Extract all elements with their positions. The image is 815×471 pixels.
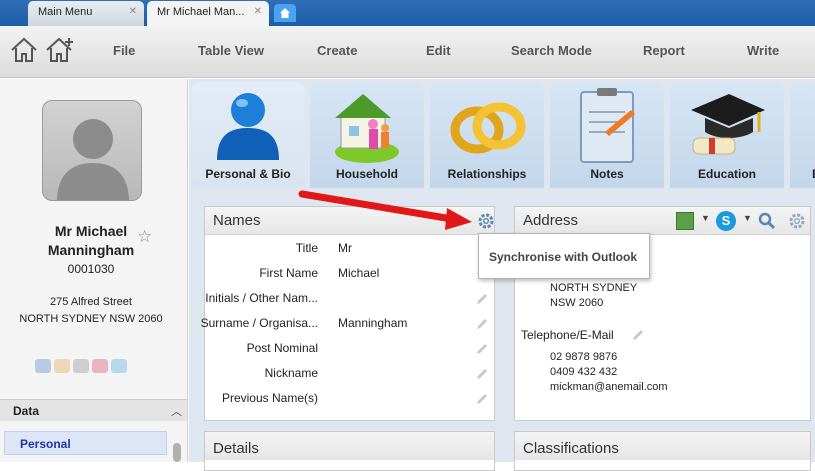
sidebar-item-label: Personal	[20, 437, 71, 451]
tab-more[interactable]: E	[790, 82, 815, 188]
address-panel-title: Address	[523, 212, 579, 229]
field-value-title[interactable]: Mr	[338, 241, 352, 255]
add-home-icon[interactable]	[45, 37, 75, 63]
contact-name-line1: Mr Michael	[54, 223, 128, 239]
tab-household[interactable]: Household	[310, 82, 424, 188]
email-address[interactable]: mickman@anemail.com	[550, 381, 668, 393]
details-panel: Details	[204, 431, 495, 471]
favourite-star-icon[interactable]: ☆	[137, 227, 152, 247]
pencil-icon[interactable]	[475, 367, 489, 381]
field-label-first-name: First Name	[259, 266, 318, 280]
names-panel-title: Names	[213, 212, 261, 229]
social-link-icon[interactable]	[111, 359, 127, 373]
pencil-icon[interactable]	[475, 342, 489, 356]
menu-report[interactable]: Report	[643, 43, 685, 58]
menu-table-view[interactable]: Table View	[198, 43, 264, 58]
data-section-header[interactable]: Data ︿	[0, 399, 187, 421]
tab-contact[interactable]: Mr Michael Man... ✕	[147, 1, 269, 26]
address-line2: NSW 2060	[550, 297, 604, 309]
avatar[interactable]	[42, 100, 142, 201]
field-label-initials: Initials / Other Nam...	[205, 291, 318, 305]
contact-address-line1: 275 Alfred Street	[50, 296, 132, 308]
toolbar: File Table View Create Edit Search Mode …	[0, 26, 815, 78]
contact-id: 0001030	[67, 262, 115, 276]
tab-label: Personal & Bio	[205, 167, 291, 181]
tab-main-menu[interactable]: Main Menu ✕	[28, 1, 144, 26]
menu-write[interactable]: Write	[747, 43, 779, 58]
names-panel-header: Names	[205, 207, 494, 235]
menu-create[interactable]: Create	[317, 43, 357, 58]
social-link-icon[interactable]	[92, 359, 108, 373]
tab-label: Relationships	[447, 167, 527, 181]
rings-icon	[450, 102, 526, 154]
social-link-icon[interactable]	[54, 359, 70, 373]
field-label-title: Title	[295, 241, 318, 255]
classifications-panel-title: Classifications	[523, 440, 619, 457]
menu-file[interactable]: File	[113, 43, 135, 58]
gear-icon[interactable]	[477, 212, 495, 230]
contact-address-line2: NORTH SYDNEY NSW 2060	[19, 313, 163, 325]
tab-label: Household	[336, 167, 398, 181]
social-links	[35, 359, 150, 373]
field-label-nickname: Nickname	[264, 366, 318, 380]
close-icon[interactable]: ✕	[254, 6, 262, 17]
window-tab-bar: Main Menu ✕ Mr Michael Man... ✕	[0, 0, 815, 26]
sidebar-item-personal[interactable]: Personal	[4, 431, 167, 455]
menu-edit[interactable]: Edit	[426, 43, 451, 58]
tab-relationships[interactable]: Relationships	[430, 82, 544, 188]
tab-personal-bio[interactable]: Personal & Bio	[191, 82, 305, 188]
household-icon	[335, 94, 399, 163]
address-panel-header: Address ▼ S ▼	[515, 207, 810, 235]
field-label-surname: Surname / Organisa...	[200, 316, 318, 330]
close-icon[interactable]: ✕	[129, 6, 137, 17]
menu-search-mode[interactable]: Search Mode	[511, 43, 592, 58]
field-value-first-name[interactable]: Michael	[338, 266, 379, 280]
field-label-post-nominal: Post Nominal	[246, 341, 318, 355]
details-panel-title: Details	[213, 440, 259, 457]
home-icon[interactable]	[10, 37, 38, 63]
dropdown-arrow-icon[interactable]: ▼	[701, 213, 710, 223]
dropdown-arrow-icon[interactable]: ▼	[743, 213, 752, 223]
chevron-up-icon[interactable]: ︿	[171, 403, 182, 419]
tab-notes[interactable]: Notes	[550, 82, 664, 188]
phone-heading: Telephone/E-Mail	[521, 328, 614, 342]
tab-label: Notes	[590, 167, 624, 181]
clipboard-icon	[580, 88, 635, 163]
phone-number-1[interactable]: 02 9878 9876	[550, 351, 617, 363]
pencil-icon[interactable]	[631, 328, 645, 342]
tab-label: Education	[697, 167, 756, 181]
contact-name-line2: Manningham	[47, 242, 135, 258]
gear-icon[interactable]	[788, 212, 806, 230]
search-icon[interactable]	[758, 212, 776, 230]
tab-education[interactable]: Education	[670, 82, 784, 188]
person-icon	[217, 93, 279, 160]
tooltip-text: Synchronise with Outlook	[489, 250, 638, 264]
scrollbar-thumb[interactable]	[173, 443, 181, 462]
home-icon	[280, 8, 290, 18]
pencil-icon[interactable]	[475, 317, 489, 331]
data-section-label: Data	[13, 404, 40, 418]
field-label-previous-names: Previous Name(s)	[221, 391, 318, 405]
social-link-icon[interactable]	[35, 359, 51, 373]
details-panel-header: Details	[205, 432, 494, 460]
phone-number-2[interactable]: 0409 432 432	[550, 366, 617, 378]
tab-contact-label: Mr Michael Man...	[157, 6, 245, 18]
contact-sidebar: Mr Michael Manningham ☆ 0001030 275 Alfr…	[0, 79, 188, 462]
skype-icon[interactable]: S	[716, 211, 736, 231]
pencil-icon[interactable]	[475, 392, 489, 406]
tab-main-menu-label: Main Menu	[38, 6, 93, 18]
graduation-cap-icon	[691, 94, 765, 155]
contact-name: Mr Michael Manningham	[30, 222, 152, 260]
tooltip: Synchronise with Outlook	[478, 233, 650, 279]
address-line1: NORTH SYDNEY	[550, 282, 638, 294]
classifications-panel-header: Classifications	[515, 432, 810, 460]
names-panel: Names Title Mr First Name Michael Initia…	[200, 206, 495, 421]
map-icon[interactable]	[676, 212, 694, 230]
person-silhouette-icon	[57, 119, 129, 200]
field-value-surname[interactable]: Manningham	[338, 316, 407, 330]
pencil-icon[interactable]	[475, 292, 489, 306]
social-link-icon[interactable]	[73, 359, 89, 373]
new-tab-button[interactable]	[274, 4, 296, 22]
classifications-panel: Classifications	[514, 431, 811, 471]
